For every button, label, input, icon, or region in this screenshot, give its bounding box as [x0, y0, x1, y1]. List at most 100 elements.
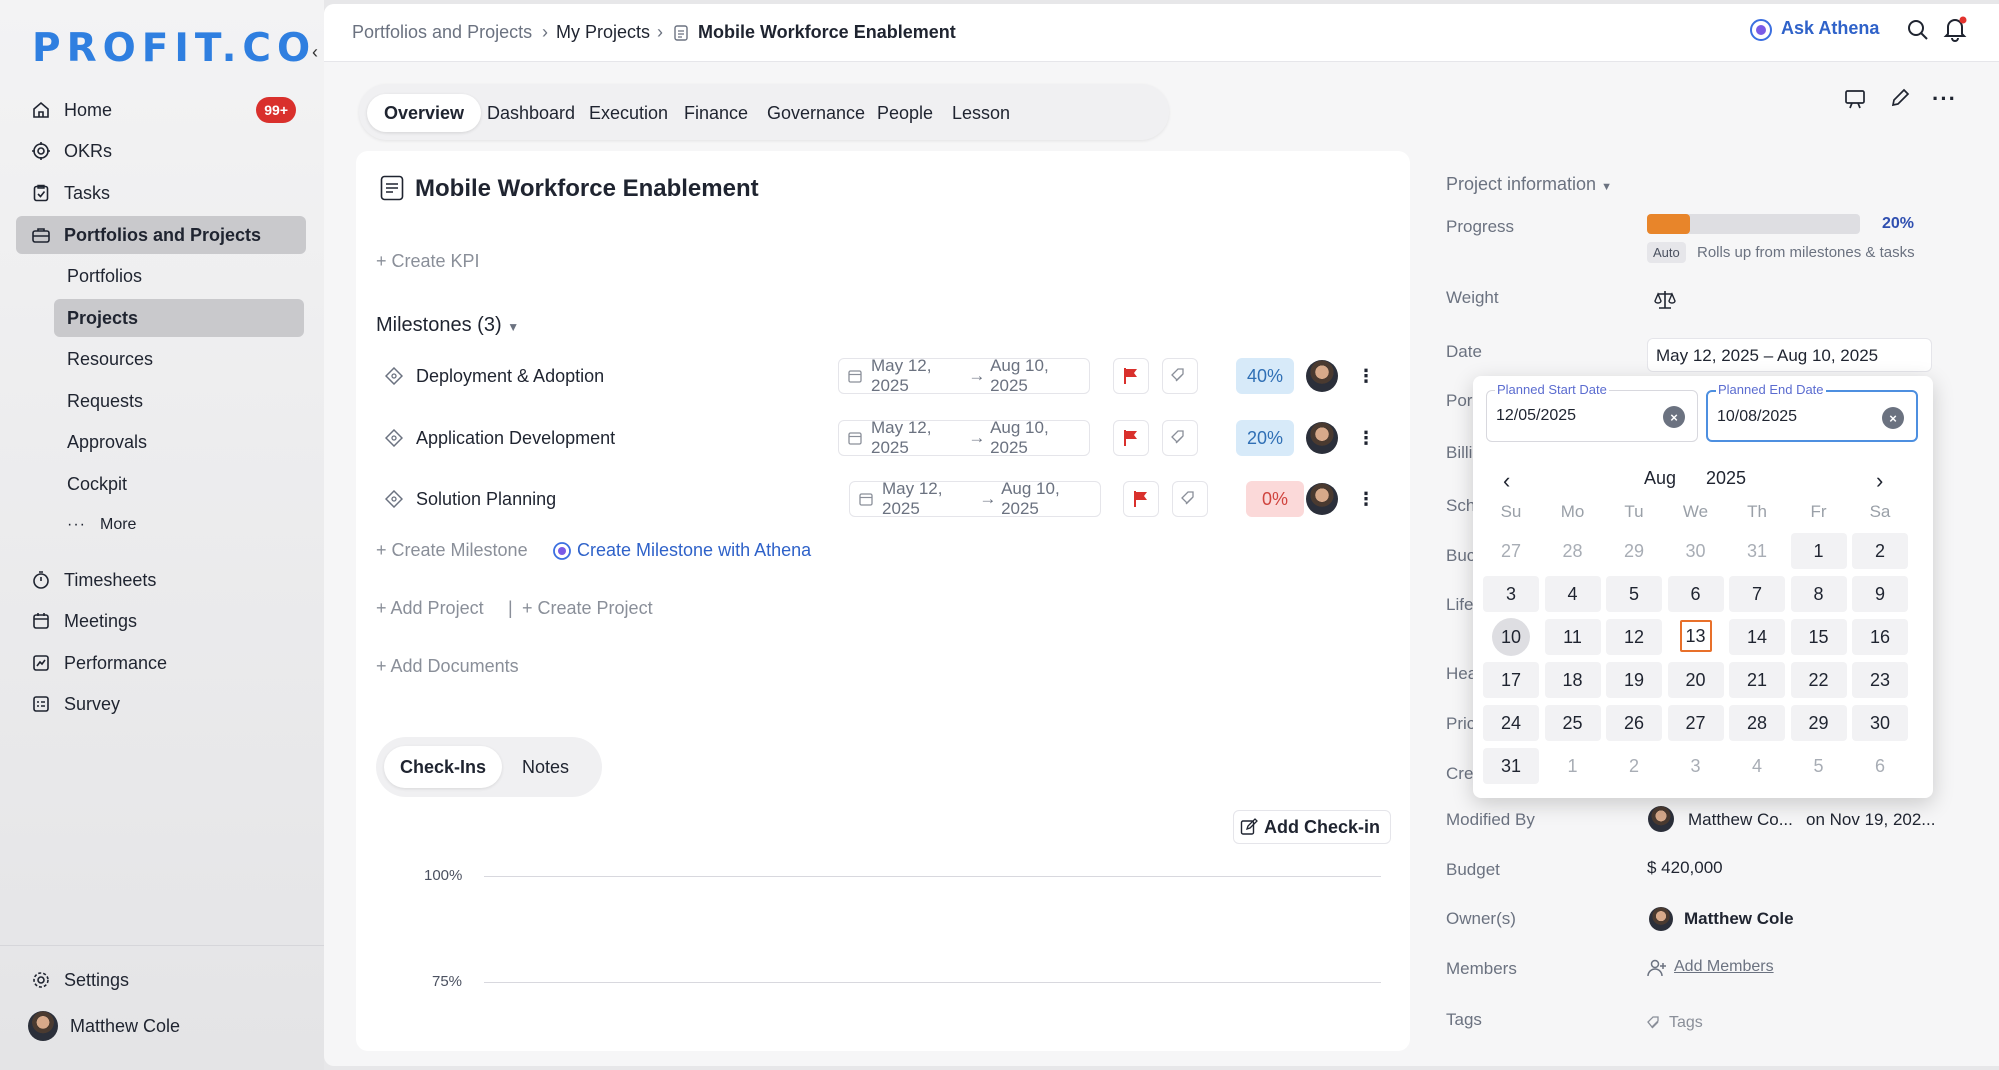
sidebar-subitem-projects[interactable]: Projects	[54, 299, 304, 337]
breadcrumb-my-projects[interactable]: My Projects	[556, 22, 650, 43]
sidebar-user-profile[interactable]: Matthew Cole	[16, 1007, 306, 1045]
tab-check-ins[interactable]: Check-Ins	[384, 746, 503, 788]
calendar-day[interactable]: 1	[1545, 748, 1601, 784]
calendar-day[interactable]: 3	[1668, 748, 1724, 784]
calendar-day[interactable]: 4	[1544, 576, 1601, 612]
presentation-icon[interactable]	[1844, 88, 1866, 110]
sidebar-subitem-more[interactable]: ··· More	[54, 506, 304, 544]
planned-end-date-field[interactable]: Planned End Date 10/08/2025 ×	[1706, 382, 1918, 442]
sidebar-subitem-resources[interactable]: Resources	[54, 340, 304, 378]
calendar-day[interactable]: 1	[1790, 533, 1847, 569]
balance-scale-icon[interactable]	[1654, 289, 1676, 311]
calendar-day[interactable]: 16	[1852, 619, 1908, 655]
next-month-icon[interactable]: ›	[1876, 468, 1883, 494]
calendar-day[interactable]: 18	[1544, 662, 1601, 698]
kebab-menu-icon[interactable]: ⋮	[1348, 420, 1384, 456]
create-project-link[interactable]: + Create Project	[522, 598, 653, 619]
sidebar-item-performance[interactable]: Performance	[16, 644, 306, 682]
calendar-day[interactable]: 5	[1606, 576, 1662, 612]
calendar-day[interactable]: 29	[1790, 705, 1847, 741]
tag-icon[interactable]	[1172, 481, 1208, 517]
collapse-sidebar-icon[interactable]: ‹	[312, 42, 318, 63]
add-checkin-button[interactable]: Add Check-in	[1233, 810, 1392, 844]
ask-athena-button[interactable]: Ask Athena	[1781, 18, 1879, 39]
sidebar-item-meetings[interactable]: Meetings	[16, 602, 306, 640]
sidebar-item-okrs[interactable]: OKRs	[16, 132, 306, 170]
clear-icon[interactable]: ×	[1663, 406, 1685, 428]
calendar-day[interactable]: 31	[1483, 748, 1539, 784]
calendar-day[interactable]: 25	[1544, 705, 1601, 741]
calendar-day[interactable]: 12	[1606, 619, 1662, 655]
create-milestone-with-athena-link[interactable]: Create Milestone with Athena	[577, 540, 811, 561]
calendar-day[interactable]: 29	[1606, 533, 1662, 569]
milestone-name[interactable]: Deployment & Adoption	[416, 366, 604, 387]
milestone-row[interactable]: Deployment & Adoption May 12, 2025 → Aug…	[376, 356, 1396, 396]
prev-month-icon[interactable]: ‹	[1503, 468, 1510, 494]
planned-start-date-field[interactable]: Planned Start Date 12/05/2025 ×	[1486, 382, 1698, 442]
calendar-day[interactable]: 28	[1729, 705, 1785, 741]
search-icon[interactable]	[1906, 18, 1930, 42]
calendar-day[interactable]: 11	[1544, 619, 1601, 655]
calendar-day[interactable]: 2	[1606, 748, 1662, 784]
milestones-heading[interactable]: Milestones (3) ▼	[376, 314, 519, 337]
sidebar-subitem-portfolios[interactable]: Portfolios	[54, 257, 304, 295]
milestone-date-range[interactable]: May 12, 2025 → Aug 10, 2025	[849, 479, 1101, 518]
date-range-field[interactable]: May 12, 2025 – Aug 10, 2025	[1647, 338, 1932, 372]
priority-flag-icon[interactable]	[1123, 481, 1159, 517]
edit-pencil-icon[interactable]	[1889, 87, 1911, 109]
sidebar-item-settings[interactable]: Settings	[16, 961, 306, 999]
calendar-year[interactable]: 2025	[1706, 468, 1746, 489]
avatar[interactable]	[1306, 422, 1338, 454]
tab-overview[interactable]: Overview	[367, 94, 482, 132]
notification-bell-icon[interactable]	[1942, 16, 1968, 42]
calendar-day[interactable]: 14	[1729, 619, 1785, 655]
create-kpi-link[interactable]: + Create KPI	[376, 251, 480, 272]
add-documents-link[interactable]: + Add Documents	[376, 656, 519, 677]
add-project-link[interactable]: + Add Project	[376, 598, 484, 619]
calendar-day[interactable]: 13	[1679, 620, 1712, 652]
calendar-day[interactable]: 24	[1483, 705, 1539, 741]
milestone-name[interactable]: Application Development	[416, 428, 615, 449]
tag-icon[interactable]	[1162, 358, 1198, 394]
calendar-day[interactable]: 7	[1729, 576, 1785, 612]
sidebar-subitem-cockpit[interactable]: Cockpit	[54, 465, 304, 503]
calendar-day[interactable]: 19	[1606, 662, 1662, 698]
tab-lesson[interactable]: Lesson	[935, 94, 1027, 132]
milestone-date-range[interactable]: May 12, 2025 → Aug 10, 2025	[838, 418, 1090, 457]
calendar-day[interactable]: 28	[1545, 533, 1601, 569]
calendar-day[interactable]: 4	[1729, 748, 1785, 784]
calendar-day[interactable]: 30	[1852, 705, 1908, 741]
calendar-day[interactable]: 31	[1729, 533, 1785, 569]
milestone-name[interactable]: Solution Planning	[416, 489, 556, 510]
priority-flag-icon[interactable]	[1113, 420, 1149, 456]
calendar-month[interactable]: Aug	[1644, 468, 1676, 489]
calendar-day[interactable]: 5	[1791, 748, 1847, 784]
calendar-day[interactable]: 6	[1852, 748, 1908, 784]
calendar-day[interactable]: 30	[1668, 533, 1724, 569]
breadcrumb-portfolios-and-projects[interactable]: Portfolios and Projects	[352, 22, 532, 43]
calendar-day[interactable]: 6	[1667, 576, 1724, 612]
sidebar-item-home[interactable]: Home 99+	[16, 91, 306, 129]
kebab-menu-icon[interactable]: ⋮	[1348, 481, 1384, 517]
avatar[interactable]	[1306, 483, 1338, 515]
sidebar-item-tasks[interactable]: Tasks	[16, 174, 306, 212]
calendar-day[interactable]: 23	[1852, 662, 1908, 698]
create-milestone-link[interactable]: + Create Milestone	[376, 540, 528, 561]
priority-flag-icon[interactable]	[1113, 358, 1149, 394]
calendar-day[interactable]: 8	[1790, 576, 1847, 612]
calendar-day[interactable]: 27	[1667, 705, 1724, 741]
tab-notes[interactable]: Notes	[514, 746, 577, 788]
more-options-icon[interactable]: ···	[1932, 86, 1957, 112]
tag-icon[interactable]	[1162, 420, 1198, 456]
sidebar-item-survey[interactable]: Survey	[16, 685, 306, 723]
project-information-header[interactable]: Project information ▼	[1446, 174, 1612, 195]
calendar-day[interactable]: 17	[1483, 662, 1539, 698]
calendar-day[interactable]: 2	[1852, 533, 1908, 569]
sidebar-subitem-requests[interactable]: Requests	[54, 382, 304, 420]
sidebar-item-portfolios-and-projects[interactable]: Portfolios and Projects	[16, 216, 306, 254]
calendar-day[interactable]: 3	[1483, 576, 1539, 612]
calendar-day[interactable]: 20	[1667, 662, 1724, 698]
calendar-day[interactable]: 27	[1483, 533, 1539, 569]
kebab-menu-icon[interactable]: ⋮	[1348, 358, 1384, 394]
clear-icon[interactable]: ×	[1882, 407, 1904, 429]
